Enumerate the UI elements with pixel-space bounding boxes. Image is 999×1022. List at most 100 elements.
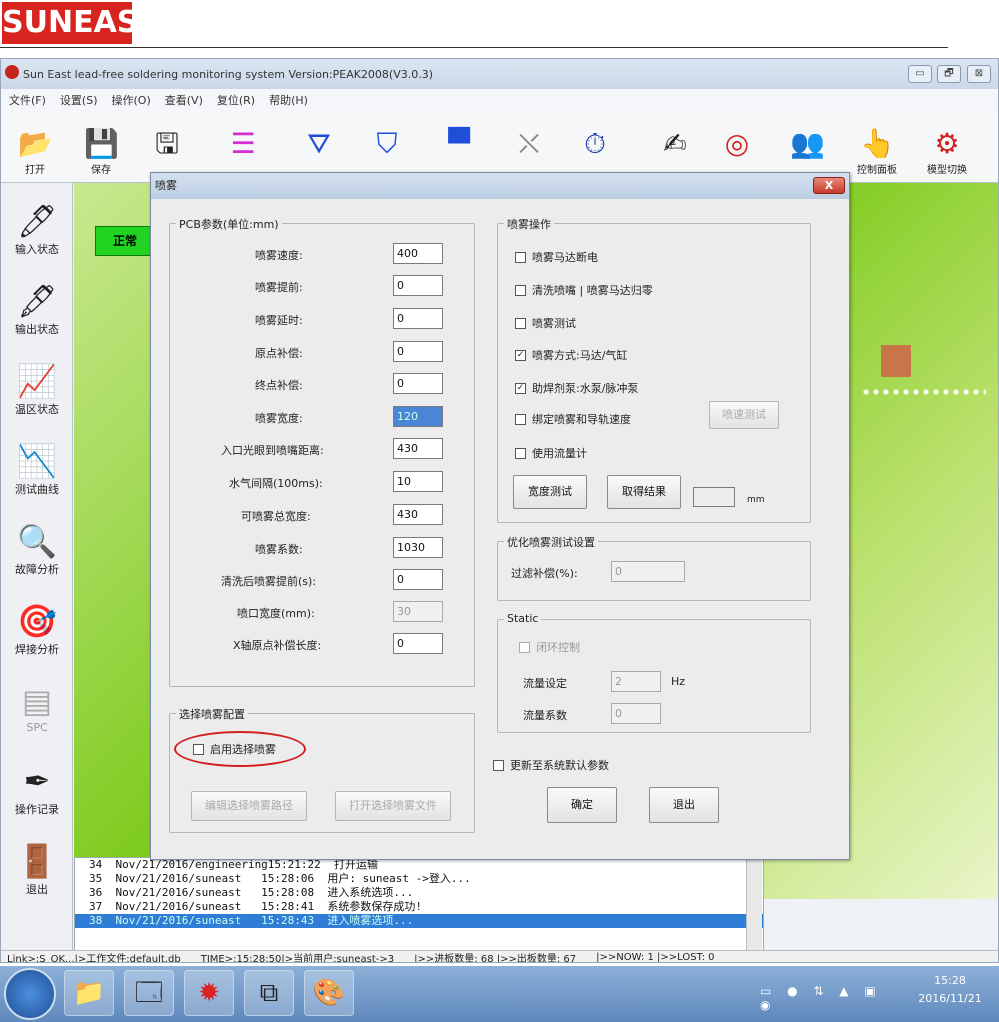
sidebar: 🖊 输入状态 🖋 输出状态 📈 温区状态 📉 测试曲线 🔍 故障分析 🎯 焊接分析 ▤ SPC… <box>1 183 73 962</box>
end-comp-input[interactable]: 0 <box>393 373 443 394</box>
flow-coef-label: 流量系数 <box>523 709 567 722</box>
motor-off-checkbox[interactable]: 喷雾马达断电 <box>515 249 598 265</box>
operation-log[interactable]: 34 Nov/21/2016/engineering15:21:22 打开运输 … <box>74 857 764 962</box>
start-button[interactable] <box>4 968 56 1020</box>
air-interval-input[interactable]: 10 <box>393 471 443 492</box>
sidebar-item-spc[interactable]: ▤ SPC <box>1 669 73 749</box>
menu-settings[interactable]: 设置(S) <box>60 92 98 108</box>
sidebar-item-weld[interactable]: 🎯 焊接分析 <box>1 589 73 669</box>
taskbar-app2[interactable]: 🗔 <box>124 970 174 1016</box>
spray-icon: ⛛ <box>307 127 331 160</box>
save-label: 保存 <box>91 165 111 176</box>
field-label: 喷雾系数: <box>255 543 303 556</box>
group-label: PCB参数(单位:mm) <box>176 216 282 232</box>
menu-view[interactable]: 查看(V) <box>165 92 203 108</box>
disk-icon: 🖫 <box>155 127 179 160</box>
filter-label: 过滤补偿(%): <box>511 567 578 580</box>
origin-comp-input[interactable]: 0 <box>393 341 443 362</box>
paint-icon: 🎨 <box>312 978 346 1008</box>
log-row-selected: 38 Nov/21/2016/suneast 15:28:43 进入喷雾选项..… <box>75 914 763 928</box>
log-row: 37 Nov/21/2016/suneast 15:28:41 系统参数保存成功… <box>89 900 423 913</box>
menu-help[interactable]: 帮助(H) <box>269 92 308 108</box>
log-row: 35 Nov/21/2016/suneast 15:28:06 用户: sune… <box>89 872 471 885</box>
sidebar-item-log[interactable]: ✒ 操作记录 <box>1 749 73 829</box>
folder-icon: 📁 <box>72 978 106 1008</box>
sensor-distance-input[interactable]: 430 <box>393 438 443 459</box>
spray-mode-checkbox[interactable]: ✓ 喷雾方式:马达/气缸 <box>515 347 627 363</box>
flow-set-input: 2 <box>611 671 661 692</box>
fault-analysis-icon: 🔍 <box>17 522 57 560</box>
mode-switch-tool[interactable]: ⚙ 模型切换 <box>919 111 975 183</box>
update-default-checkbox[interactable]: 更新至系统默认参数 <box>493 757 609 773</box>
tray-icons: ▭ ● ⇅ ▲ ▣ ◉ <box>760 984 882 1012</box>
spray-advance-input[interactable]: 0 <box>393 275 443 296</box>
edit-path-button[interactable]: 编辑选择喷雾路径 <box>191 791 307 821</box>
taskbar-app5[interactable]: 🎨 <box>304 970 354 1016</box>
close-window-button[interactable]: ⊠ <box>967 65 991 83</box>
field-label: 喷雾宽度: <box>255 412 303 425</box>
sidebar-label: 操作记录 <box>15 803 59 816</box>
x-origin-input[interactable]: 0 <box>393 633 443 654</box>
clean-nozzle-checkbox[interactable]: 清洗喷嘴 | 喷雾马达归零 <box>515 282 653 298</box>
minimize-button[interactable]: ▭ <box>908 65 932 83</box>
ok-button[interactable]: 确定 <box>547 787 617 823</box>
get-result-button[interactable]: 取得结果 <box>607 475 681 509</box>
taskbar-app3[interactable]: ✹ <box>184 970 234 1016</box>
group-label: 优化喷雾测试设置 <box>504 534 598 550</box>
suneast-logo: SUNEAST <box>2 2 159 44</box>
checkbox-label: 助焊剂泵:水泵/脉冲泵 <box>532 382 639 395</box>
spray-width-input[interactable]: 120 <box>393 406 443 427</box>
status-time: TIME>:15:28:50|>当前用户:suneast->3 <box>200 954 395 963</box>
width-test-button[interactable]: 宽度测试 <box>513 475 587 509</box>
status-bar: Link>:S_OK...|>工作文件:default.db TIME>:15:… <box>1 950 998 963</box>
spray-delay-input[interactable]: 0 <box>393 308 443 329</box>
taskbar-clock[interactable]: 15:28 2016/11/21 <box>910 972 990 1016</box>
field-label: 水气间隔(100ms): <box>229 477 323 490</box>
menu-file[interactable]: 文件(F) <box>9 92 46 108</box>
flux-pump-checkbox[interactable]: ✓ 助焊剂泵:水泵/脉冲泵 <box>515 380 638 396</box>
nozzle-width-input: 30 <box>393 601 443 622</box>
window-icon: 🗔 <box>134 978 164 1008</box>
spray-coef-input[interactable]: 1030 <box>393 537 443 558</box>
save-tool[interactable]: 💾 保存 <box>73 111 129 183</box>
preheat-icon: ⛉ <box>376 127 398 160</box>
checkbox-checked: ✓ <box>515 349 526 361</box>
sidebar-item-output[interactable]: 🖋 输出状态 <box>1 269 73 349</box>
sidebar-item-exit[interactable]: 🚪 退出 <box>1 829 73 896</box>
log-scrollbar[interactable] <box>746 859 762 959</box>
sidebar-item-input[interactable]: 🖊 输入状态 <box>1 189 73 269</box>
checkbox-label: 使用流量计 <box>532 447 587 460</box>
spray-test-checkbox[interactable]: 喷雾测试 <box>515 315 576 331</box>
input-state-icon: 🖊 <box>17 202 58 240</box>
menu-reset[interactable]: 复位(R) <box>217 92 255 108</box>
open-file-button[interactable]: 打开选择喷雾文件 <box>335 791 451 821</box>
open-tool[interactable]: 📂 打开 <box>7 111 63 183</box>
maximize-button[interactable]: 🗗 <box>937 65 961 83</box>
speed-test-button[interactable]: 喷速测试 <box>709 401 779 429</box>
bind-speed-checkbox[interactable]: 绑定喷雾和导轨速度 <box>515 411 631 427</box>
menu-operation[interactable]: 操作(O) <box>112 92 151 108</box>
checkbox-box <box>515 447 526 459</box>
field-label: 原点补偿: <box>255 347 303 360</box>
clean-advance-input[interactable]: 0 <box>393 569 443 590</box>
field-label: 清洗后喷雾提前(s): <box>221 575 317 588</box>
flowmeter-checkbox[interactable]: 使用流量计 <box>515 445 587 461</box>
sidebar-item-curve[interactable]: 📉 测试曲线 <box>1 429 73 509</box>
exit-button[interactable]: 退出 <box>649 787 719 823</box>
field-label: 终点补偿: <box>255 379 303 392</box>
total-width-input[interactable]: 430 <box>393 504 443 525</box>
flow-unit: Hz <box>671 675 686 688</box>
taskbar-explorer[interactable]: 📁 <box>64 970 114 1016</box>
sidebar-label: 输入状态 <box>15 243 59 256</box>
control-panel-tool[interactable]: 👆 控制面板 <box>849 111 905 183</box>
app-icon <box>5 65 19 79</box>
group-label: Static <box>504 612 542 625</box>
spray-speed-input[interactable]: 400 <box>393 243 443 264</box>
sidebar-item-fault[interactable]: 🔍 故障分析 <box>1 509 73 589</box>
conveyor-icon: ☰ <box>230 127 256 160</box>
dialog-close-button[interactable]: X <box>813 177 845 194</box>
group-label: 选择喷雾配置 <box>176 706 248 722</box>
taskbar-app4[interactable]: ⧉ <box>244 970 294 1016</box>
status-now: |>>NOW: 1 |>>LOST: 0 <box>596 952 715 963</box>
sidebar-item-zone[interactable]: 📈 温区状态 <box>1 349 73 429</box>
